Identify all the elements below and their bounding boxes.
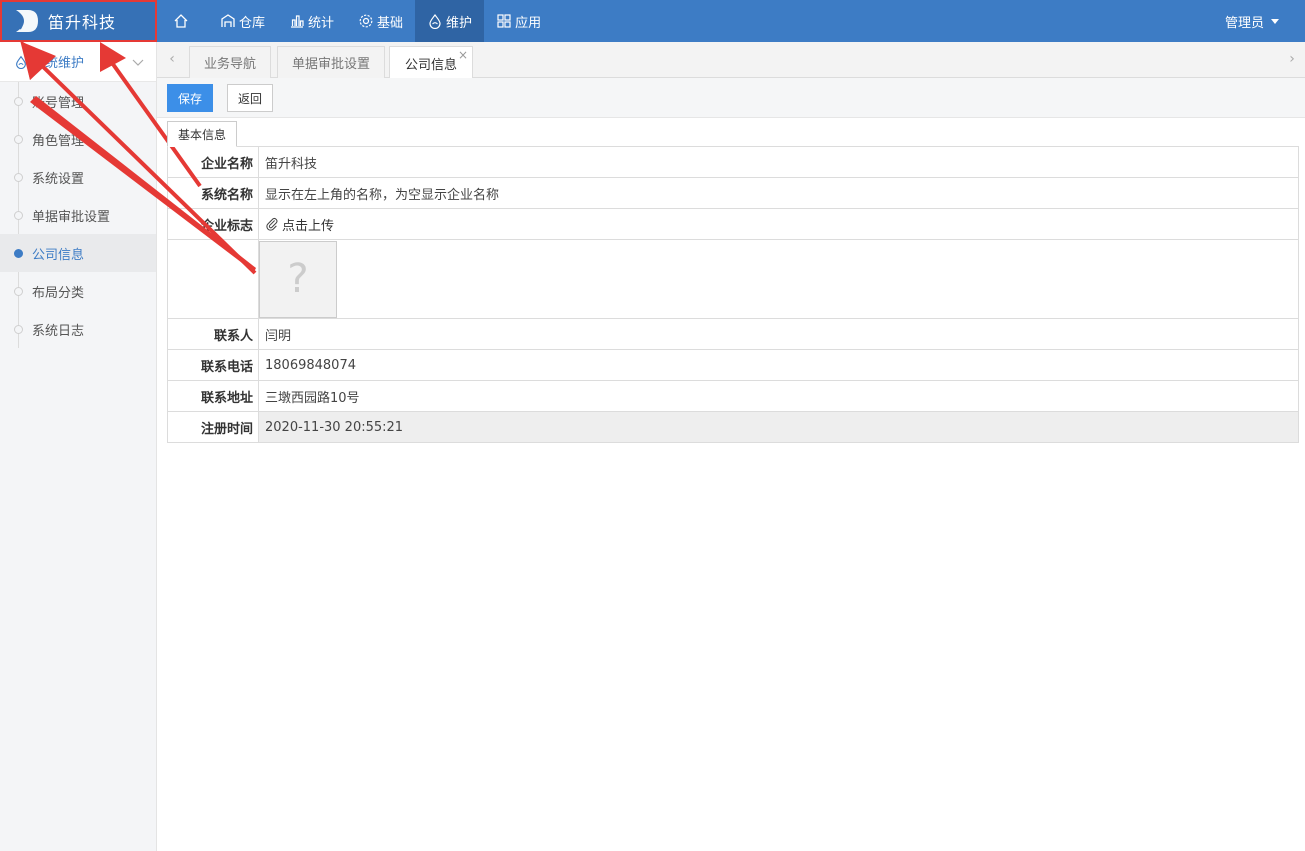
field-label: 注册时间 <box>168 412 259 442</box>
nav-label: 维护 <box>446 15 473 31</box>
user-menu[interactable]: 管理员 <box>1225 0 1279 42</box>
close-icon[interactable]: × <box>458 48 468 62</box>
maintenance-icon <box>429 14 441 29</box>
gear-icon <box>359 14 373 28</box>
sidebar-item-approval[interactable]: 单据审批设置 <box>0 196 156 234</box>
company-info-form: 企业名称 笛升科技 系统名称 显示在左上角的名称，为空显示企业名称 企业标志 点… <box>167 146 1299 443</box>
chevron-right-icon[interactable]: › <box>1285 51 1299 67</box>
maintenance-icon <box>16 55 26 69</box>
field-label: 企业标志 <box>168 209 259 239</box>
sidebar: 系统维护 账号管理 角色管理 系统设置 单据审批设置 公司信息 布局分类 系统日… <box>0 42 157 851</box>
top-navbar: 笛升科技 仓库 统计 基础 维护 应用 管理员 <box>0 0 1305 42</box>
nav-basic[interactable]: 基础 <box>346 0 415 42</box>
nav-warehouse[interactable]: 仓库 <box>208 0 277 42</box>
tab-company-info[interactable]: 公司信息 × <box>389 46 473 79</box>
form-row-registered: 注册时间 2020-11-30 20:55:21 <box>168 412 1298 443</box>
field-label: 联系人 <box>168 319 259 349</box>
nav-label: 基础 <box>377 15 404 31</box>
nav-label: 仓库 <box>239 15 266 31</box>
brand-name: 笛升科技 <box>48 13 117 32</box>
sidebar-item-roles[interactable]: 角色管理 <box>0 120 156 158</box>
form-row-logo: 企业标志 点击上传 <box>168 209 1298 240</box>
home-icon <box>174 14 188 28</box>
nav-label: 应用 <box>515 15 542 31</box>
dot-icon <box>14 211 23 220</box>
upload-button[interactable]: 点击上传 <box>265 215 334 234</box>
sidebar-item-label: 布局分类 <box>32 285 85 301</box>
sidebar-item-settings[interactable]: 系统设置 <box>0 158 156 196</box>
bar-chart-icon <box>291 15 304 28</box>
chevron-left-icon[interactable]: ‹ <box>165 51 179 67</box>
user-name: 管理员 <box>1224 15 1264 31</box>
main-nav: 仓库 统计 基础 维护 应用 <box>157 0 553 42</box>
form-row-company-name: 企业名称 笛升科技 <box>168 147 1298 178</box>
upload-label: 点击上传 <box>282 218 335 234</box>
sidebar-item-layout[interactable]: 布局分类 <box>0 272 156 310</box>
form-row-address: 联系地址 三墩西园路10号 <box>168 381 1298 412</box>
dot-icon <box>14 97 23 106</box>
dot-icon <box>14 173 23 182</box>
dot-icon <box>14 249 23 258</box>
nav-label: 统计 <box>308 15 335 31</box>
chevron-down-icon <box>132 59 144 66</box>
warehouse-icon <box>221 14 235 27</box>
sidebar-item-label: 角色管理 <box>32 133 85 149</box>
dot-icon <box>14 135 23 144</box>
system-name-field[interactable]: 显示在左上角的名称，为空显示企业名称 <box>259 178 1298 208</box>
sidebar-list: 账号管理 角色管理 系统设置 单据审批设置 公司信息 布局分类 系统日志 <box>0 82 156 348</box>
form-row-phone: 联系电话 18069848074 <box>168 350 1298 381</box>
caret-down-icon <box>1271 18 1279 24</box>
section-tab-basic-info[interactable]: 基本信息 <box>167 121 237 147</box>
form-row-logo-preview: ? <box>168 240 1298 319</box>
paperclip-icon <box>266 218 278 231</box>
sidebar-item-logs[interactable]: 系统日志 <box>0 310 156 348</box>
sidebar-item-label: 公司信息 <box>32 247 85 263</box>
registered-time-field: 2020-11-30 20:55:21 <box>259 412 1298 442</box>
form-row-contact: 联系人 闫明 <box>168 319 1298 350</box>
sidebar-item-company[interactable]: 公司信息 <box>0 234 156 272</box>
tab-approval-settings[interactable]: 单据审批设置 <box>277 46 385 78</box>
field-label: 系统名称 <box>168 178 259 208</box>
brand-logo-icon <box>16 10 38 32</box>
sidebar-group-header[interactable]: 系统维护 <box>0 42 156 82</box>
sidebar-group-label: 系统维护 <box>32 56 85 71</box>
dot-icon <box>14 325 23 334</box>
sidebar-item-label: 单据审批设置 <box>32 209 111 225</box>
nav-maintenance[interactable]: 维护 <box>415 0 485 42</box>
tab-label: 单据审批设置 <box>291 57 370 72</box>
nav-apps[interactable]: 应用 <box>484 0 553 42</box>
nav-home[interactable] <box>157 0 208 42</box>
tab-business-nav[interactable]: 业务导航 <box>189 46 271 78</box>
tab-bar: ‹ 业务导航 单据审批设置 公司信息 × › <box>157 42 1305 79</box>
toolbar: 保存 返回 <box>157 78 1305 118</box>
back-button[interactable]: 返回 <box>227 84 273 112</box>
contact-field[interactable]: 闫明 <box>259 319 1298 349</box>
address-field[interactable]: 三墩西园路10号 <box>259 381 1298 411</box>
logo-preview-image[interactable]: ? <box>259 240 337 318</box>
nav-stats[interactable]: 统计 <box>277 0 346 42</box>
tab-label: 业务导航 <box>203 57 256 72</box>
apps-grid-icon <box>497 14 511 28</box>
sidebar-item-label: 系统日志 <box>32 323 85 339</box>
field-label: 企业名称 <box>168 147 259 177</box>
save-button[interactable]: 保存 <box>167 84 213 112</box>
sidebar-item-label: 系统设置 <box>32 171 85 187</box>
company-name-field[interactable]: 笛升科技 <box>259 147 1298 177</box>
sidebar-item-accounts[interactable]: 账号管理 <box>0 82 156 120</box>
field-label: 联系电话 <box>168 350 259 380</box>
empty-label <box>168 240 259 318</box>
brand-logo-area[interactable]: 笛升科技 <box>0 0 157 42</box>
dot-icon <box>14 287 23 296</box>
phone-field[interactable]: 18069848074 <box>259 350 1298 380</box>
field-label: 联系地址 <box>168 381 259 411</box>
form-row-system-name: 系统名称 显示在左上角的名称，为空显示企业名称 <box>168 178 1298 209</box>
sidebar-item-label: 账号管理 <box>32 95 85 111</box>
tab-label: 公司信息 <box>404 57 457 73</box>
